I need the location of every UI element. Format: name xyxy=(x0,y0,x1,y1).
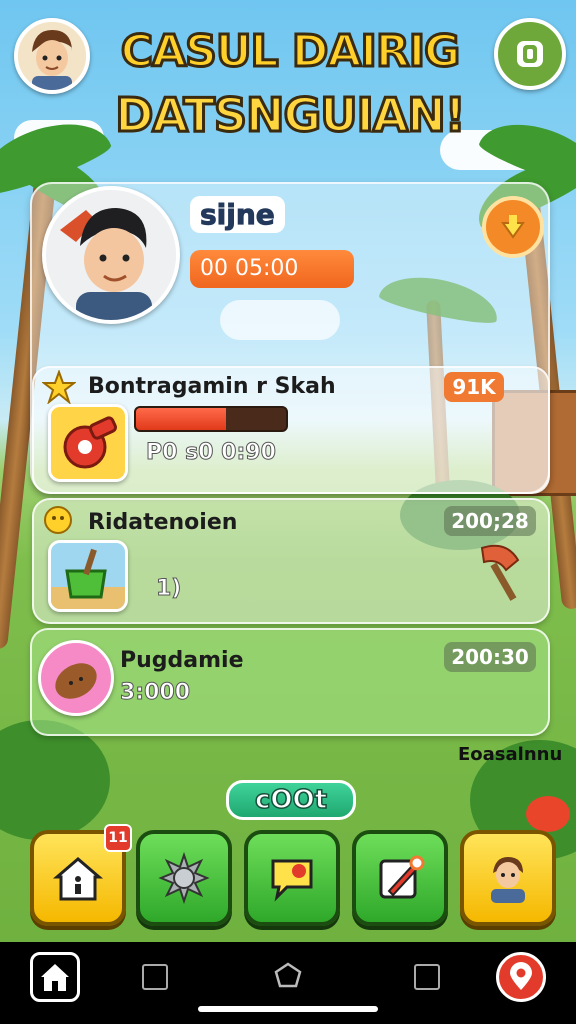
quest-thumb-1 xyxy=(48,404,128,482)
nav-edit-button[interactable] xyxy=(352,830,448,926)
watering-can-icon xyxy=(51,548,125,609)
quest-title-2: Ridatenoien xyxy=(88,510,238,535)
game-title-line2: DATSNGUIAN! xyxy=(114,87,468,144)
bush xyxy=(0,720,110,840)
system-square-icon[interactable] xyxy=(142,964,168,990)
chat-bubble-icon xyxy=(271,859,313,902)
home-icon xyxy=(41,964,69,991)
player-avatar-button[interactable] xyxy=(14,18,90,94)
quest-sub-1: P0 s0 0:90 xyxy=(146,440,277,466)
shield-button[interactable] xyxy=(494,18,566,90)
star-icon xyxy=(42,370,76,404)
nav-battle-button[interactable] xyxy=(136,830,232,926)
quest-title-3: Pugdamie xyxy=(120,648,244,673)
red-flower xyxy=(526,796,570,832)
whistle-icon xyxy=(63,416,118,469)
axe-icon[interactable] xyxy=(470,540,530,606)
player-avatar-icon xyxy=(18,22,86,90)
shield-icon xyxy=(517,41,543,67)
nav-profile-button[interactable] xyxy=(460,830,556,926)
bread-icon xyxy=(55,663,97,699)
system-home-button[interactable] xyxy=(30,952,80,1002)
quest-progress-bar xyxy=(134,406,288,432)
map-pin-button[interactable] xyxy=(496,952,546,1002)
profile-picture[interactable] xyxy=(42,186,180,324)
player-portrait-icon xyxy=(46,190,176,320)
quest-sub-3: 3:000 xyxy=(119,680,191,706)
quest-thumb-3 xyxy=(38,640,114,716)
quest-badge-3: 200:30 xyxy=(444,642,536,672)
map-pin-icon xyxy=(510,962,532,990)
game-title-line1: CASUL DAIRIG xyxy=(119,25,461,79)
collect-button[interactable] xyxy=(482,196,544,258)
nav-chat-button[interactable] xyxy=(244,830,340,926)
system-recents-icon[interactable] xyxy=(414,964,440,990)
player-name: sijne xyxy=(190,196,285,233)
quest-badge-1: 91K xyxy=(444,372,504,402)
timer-display: 00 05:00 xyxy=(190,250,354,288)
coin-icon xyxy=(44,506,72,534)
arrow-down-icon xyxy=(501,215,525,239)
pencil-icon xyxy=(379,855,425,899)
quest-sub-2: 1) xyxy=(155,576,182,602)
house-icon xyxy=(52,857,104,901)
system-circle-icon[interactable] xyxy=(274,962,302,990)
coot-button[interactable]: cOOt xyxy=(226,780,356,820)
quest-title-1: Bontragamin r Skah xyxy=(88,374,336,399)
home-indicator xyxy=(198,1006,378,1012)
spike-ball-icon xyxy=(158,851,210,905)
quest-progress-fill xyxy=(136,408,226,430)
side-tag: Eoasalnnu xyxy=(458,744,563,765)
notification-badge: 11 xyxy=(104,824,132,852)
quest-thumb-2 xyxy=(48,540,128,612)
quest-badge-2: 200;28 xyxy=(444,506,536,536)
character-icon xyxy=(491,857,525,903)
